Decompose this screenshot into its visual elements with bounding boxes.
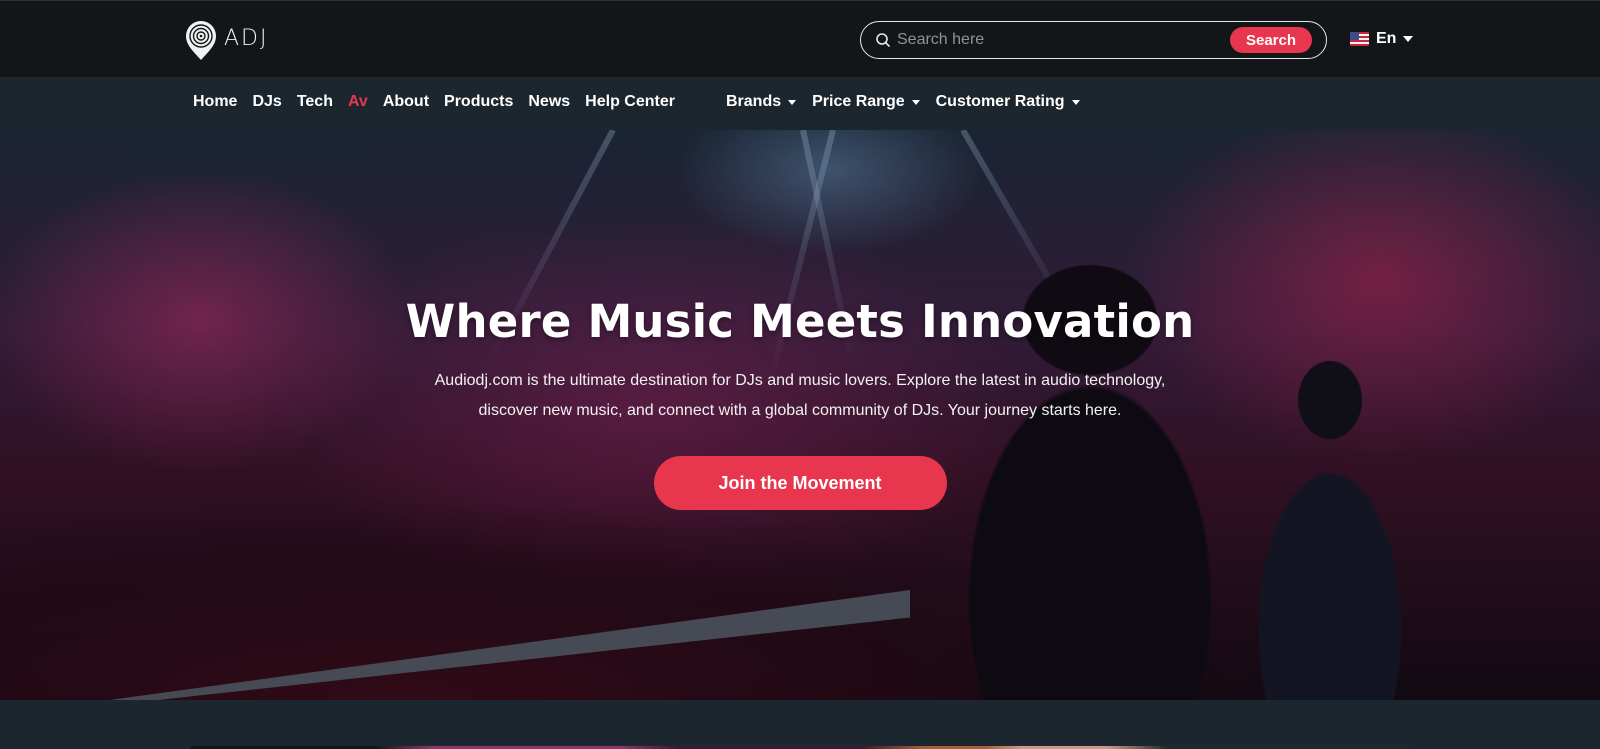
chevron-down-icon xyxy=(788,99,797,105)
search-input[interactable] xyxy=(897,28,1227,52)
nav-link-news[interactable]: News xyxy=(528,93,570,111)
nav-link-djs[interactable]: DJs xyxy=(252,93,281,111)
customer-rating-dropdown[interactable]: Customer Rating xyxy=(936,93,1080,111)
search-bar: Search xyxy=(860,21,1327,59)
main-nav: Home DJs Tech Av About Products News Hel… xyxy=(0,77,1600,130)
nav-link-tech[interactable]: Tech xyxy=(297,93,333,111)
nav-link-about[interactable]: About xyxy=(383,93,429,111)
hero-content: Where Music Meets Innovation Audiodj.com… xyxy=(400,295,1200,510)
nav-link-products[interactable]: Products xyxy=(444,93,513,111)
language-selector[interactable]: En xyxy=(1350,30,1414,48)
join-the-movement-button[interactable]: Join the Movement xyxy=(653,456,947,510)
us-flag-icon xyxy=(1350,32,1369,46)
hero-section: Where Music Meets Innovation Audiodj.com… xyxy=(0,130,1600,700)
nav-links: Home DJs Tech Av About Products News Hel… xyxy=(193,93,690,111)
price-range-dropdown[interactable]: Price Range xyxy=(812,93,920,111)
chevron-down-icon xyxy=(1403,36,1414,42)
logo-pin-icon xyxy=(186,21,216,60)
chevron-down-icon xyxy=(911,99,920,105)
nav-link-av[interactable]: Av xyxy=(348,93,368,111)
site-logo[interactable]: ADJ xyxy=(184,19,268,61)
chevron-down-icon xyxy=(1071,99,1080,105)
brands-dropdown[interactable]: Brands xyxy=(726,93,797,111)
nav-filters: Brands Price Range Customer Rating xyxy=(726,93,1096,111)
language-label: En xyxy=(1376,30,1397,47)
nav-link-home[interactable]: Home xyxy=(193,93,237,111)
nav-link-help-center[interactable]: Help Center xyxy=(585,93,675,111)
price-range-dropdown-label: Price Range xyxy=(812,93,905,110)
top-header: ADJ Search En xyxy=(0,0,1600,77)
content-section xyxy=(0,700,1600,749)
search-icon xyxy=(876,33,890,47)
logo-text: ADJ xyxy=(224,25,269,51)
brands-dropdown-label: Brands xyxy=(726,93,782,110)
search-button[interactable]: Search xyxy=(1230,27,1312,53)
customer-rating-dropdown-label: Customer Rating xyxy=(935,93,1065,110)
hero-title: Where Music Meets Innovation xyxy=(405,295,1195,348)
hero-description: Audiodj.com is the ultimate destination … xyxy=(434,372,1166,419)
